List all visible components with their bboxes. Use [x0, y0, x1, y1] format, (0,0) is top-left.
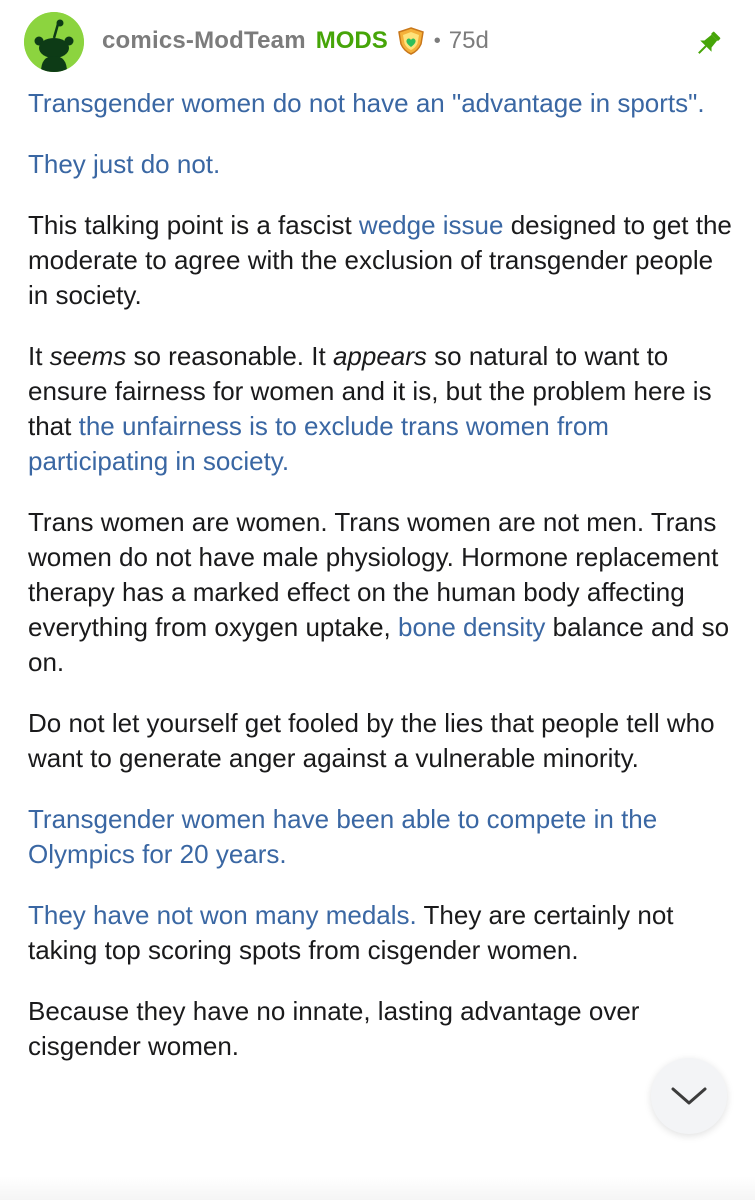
paragraph-6: Do not let yourself get fooled by the li…: [28, 706, 733, 776]
username-link[interactable]: comics-ModTeam: [102, 26, 306, 56]
paragraph-8: They have not won many medals. They are …: [28, 898, 733, 968]
paragraph-5: Trans women are women. Trans women are n…: [28, 505, 733, 680]
paragraph-4-emphasis-seems: seems: [49, 341, 127, 371]
link-advantage-in-sports[interactable]: Transgender women do not have an "advant…: [28, 88, 705, 118]
comment-header: comics-ModTeam MODS • 75d: [24, 8, 732, 74]
reddit-snoo-avatar-icon[interactable]: [24, 12, 84, 72]
paragraph-7: Transgender women have been able to comp…: [28, 802, 733, 872]
paragraph-2: They just do not.: [28, 147, 733, 182]
bottom-edge: [0, 1176, 755, 1200]
paragraph-4-text-b: so reasonable. It: [126, 341, 333, 371]
link-unfairness-exclude[interactable]: the unfairness is to exclude trans women…: [28, 411, 609, 476]
link-bone-density[interactable]: bone density: [398, 612, 545, 642]
paragraph-9: Because they have no innate, lasting adv…: [28, 994, 733, 1064]
link-olympics-20-years[interactable]: Transgender women have been able to comp…: [28, 804, 657, 869]
paragraph-4: It seems so reasonable. It appears so na…: [28, 339, 733, 479]
scroll-down-button[interactable]: [651, 1058, 727, 1134]
meta-separator: •: [433, 30, 441, 52]
paragraph-1: Transgender women do not have an "advant…: [28, 86, 733, 121]
pin-icon: [692, 28, 724, 60]
mod-shield-icon: [396, 26, 426, 56]
paragraph-3-text-a: This talking point is a fascist: [28, 210, 359, 240]
link-they-just-do-not[interactable]: They just do not.: [28, 149, 220, 179]
mods-badge: MODS: [315, 27, 388, 54]
paragraph-9-text: Because they have no innate, lasting adv…: [28, 996, 640, 1061]
paragraph-4-emphasis-appears: appears: [332, 341, 427, 371]
link-not-won-many-medals[interactable]: They have not won many medals.: [28, 900, 417, 930]
paragraph-6-text: Do not let yourself get fooled by the li…: [28, 708, 715, 773]
link-wedge-issue[interactable]: wedge issue: [359, 210, 504, 240]
chevron-down-icon: [671, 1087, 707, 1105]
paragraph-4-text-a: It: [28, 341, 50, 371]
comment-age: 75d: [448, 27, 489, 54]
comment-meta: comics-ModTeam MODS • 75d: [102, 26, 489, 56]
paragraph-3: This talking point is a fascist wedge is…: [28, 208, 733, 313]
comment-body: Transgender women do not have an "advant…: [28, 86, 733, 1090]
